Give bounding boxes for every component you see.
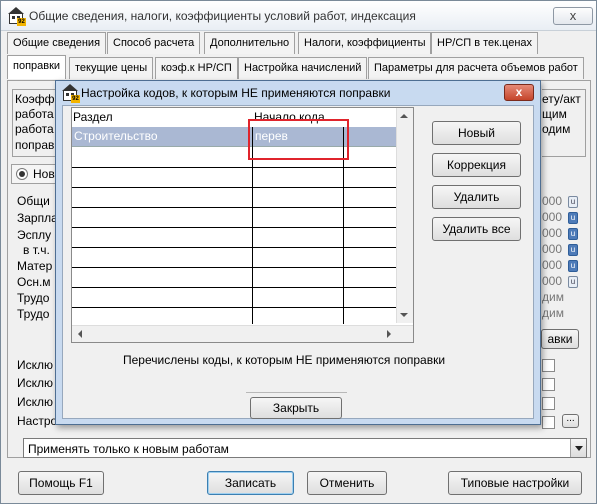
tab-calc-method[interactable]: Способ расчета [107,32,201,54]
delete-all-button[interactable]: Удалить все [432,217,521,241]
table-row[interactable] [72,288,413,308]
dialog-body: Раздел Начало кода Строительство перев Н… [62,105,534,419]
table-row[interactable] [72,148,413,168]
param-label: Осн.м [17,275,51,289]
table-row[interactable]: Строительство перев [72,127,413,147]
table-row[interactable] [72,168,413,188]
unit-icon[interactable]: u [568,212,578,224]
cancel-button[interactable]: Отменить [307,471,387,495]
info-text: поправ [15,138,55,152]
table-row[interactable] [72,268,413,288]
apply-mode-value: Применять только к новым работам [28,442,229,456]
scroll-right-icon[interactable] [387,330,391,338]
tab-accrual-settings[interactable]: Настройка начислений [238,57,368,79]
dialog-title: Настройка кодов, к которым НЕ применяютс… [81,86,391,100]
exclude-checkbox[interactable] [542,378,555,391]
tab-general-info[interactable]: Общие сведения [7,32,107,54]
unit-icon[interactable]: u [568,196,578,208]
tab-volume-params[interactable]: Параметры для расчета объемов работ [368,57,584,79]
param-value: 000 [542,194,563,208]
info-text: работа [15,122,54,136]
unit-icon[interactable]: u [568,276,578,288]
app-icon: 92 [61,84,80,103]
check-label: Исклю [17,395,54,409]
window-titlebar: 92 Общие сведения, налоги, коэффициенты … [1,1,596,31]
dialog-close-button[interactable]: x [504,84,534,101]
chevron-down-icon[interactable] [570,439,586,457]
tab-additional[interactable]: Дополнительно [204,32,296,54]
param-label: Матер [17,259,53,273]
table-row[interactable] [72,308,413,323]
tab-adjustments[interactable]: поправки [7,55,67,79]
table-cell-section: Строительство [74,129,158,143]
param-value: дим [542,306,564,320]
param-label: Трудо [17,307,50,321]
tab-taxes-coefficients[interactable]: Налоги, коэффициенты [298,32,432,54]
vertical-scrollbar[interactable] [396,108,413,323]
help-button[interactable]: Помощь F1 [18,471,104,495]
dialog-titlebar: 92 Настройка кодов, к которым НЕ применя… [56,81,540,105]
highlight-box [248,119,349,160]
scroll-left-icon[interactable] [78,330,82,338]
settings-ellipsis-button[interactable]: ... [562,414,579,428]
info-text: щим [542,107,567,121]
unit-icon[interactable]: u [568,228,578,240]
table-row[interactable] [72,208,413,228]
param-value: 000 [542,258,563,272]
check-label: Исклю [17,358,54,372]
info-text: работа [15,107,54,121]
default-settings-button[interactable]: Типовые настройки [448,471,582,495]
delete-button[interactable]: Удалить [432,185,521,209]
param-value: 000 [542,274,563,288]
unit-icon[interactable]: u [568,260,578,272]
edit-button[interactable]: Коррекция [432,153,521,177]
scroll-up-icon[interactable] [400,114,408,118]
new-works-radio[interactable] [16,168,28,180]
radio-label: Нов [33,167,55,181]
new-button[interactable]: Новый [432,121,521,145]
param-label: Трудо [17,291,50,305]
horizontal-scrollbar[interactable] [72,325,413,342]
scroll-down-icon[interactable] [400,313,408,317]
table-cell-extra [344,127,396,147]
check-label: Исклю [17,376,54,390]
exclude-checkbox[interactable] [542,359,555,372]
tab-overhead-coef[interactable]: коэф.к НР/СП [155,57,238,79]
unit-icon[interactable]: u [568,244,578,256]
param-label: в т.ч. [23,243,50,257]
check-label: Настро [17,414,58,428]
save-button[interactable]: Записать [207,471,294,495]
param-value: 000 [542,242,563,256]
param-value: 000 [542,226,563,240]
column-header-section: Раздел [73,110,113,124]
dialog-note: Перечислены коды, к которым НЕ применяют… [123,353,446,367]
param-value: дим [542,290,564,304]
window-close-button[interactable]: x [553,7,593,25]
app-icon: 92 [7,7,26,26]
tab-current-prices[interactable]: текущие цены [69,57,154,79]
close-icon: x [515,85,523,99]
codes-dialog: 92 Настройка кодов, к которым НЕ применя… [55,80,541,425]
param-label: Эсплу [17,228,52,242]
param-label: Общи [17,194,50,208]
exclude-checkbox[interactable] [542,397,555,410]
adjustments-button[interactable]: авки [541,329,579,349]
table-row[interactable] [72,228,413,248]
info-text: ету/акт [542,92,581,106]
table-row[interactable] [72,188,413,208]
settings-checkbox[interactable] [542,416,555,429]
window-title: Общие сведения, налоги, коэффициенты усл… [29,9,416,23]
info-text: Коэфф [15,92,55,106]
close-button[interactable]: Закрыть [250,397,342,419]
param-value: 000 [542,210,563,224]
table-row[interactable] [72,248,413,268]
info-text: одим [542,122,571,136]
param-label: Зарпла [17,211,58,225]
close-icon: x [569,8,577,23]
tab-overhead-current-prices[interactable]: НР/СП в тек.ценах [431,32,539,54]
column-header-extra [344,108,396,126]
apply-mode-select[interactable]: Применять только к новым работам [23,438,587,458]
codes-table[interactable]: Раздел Начало кода Строительство перев [71,107,414,343]
